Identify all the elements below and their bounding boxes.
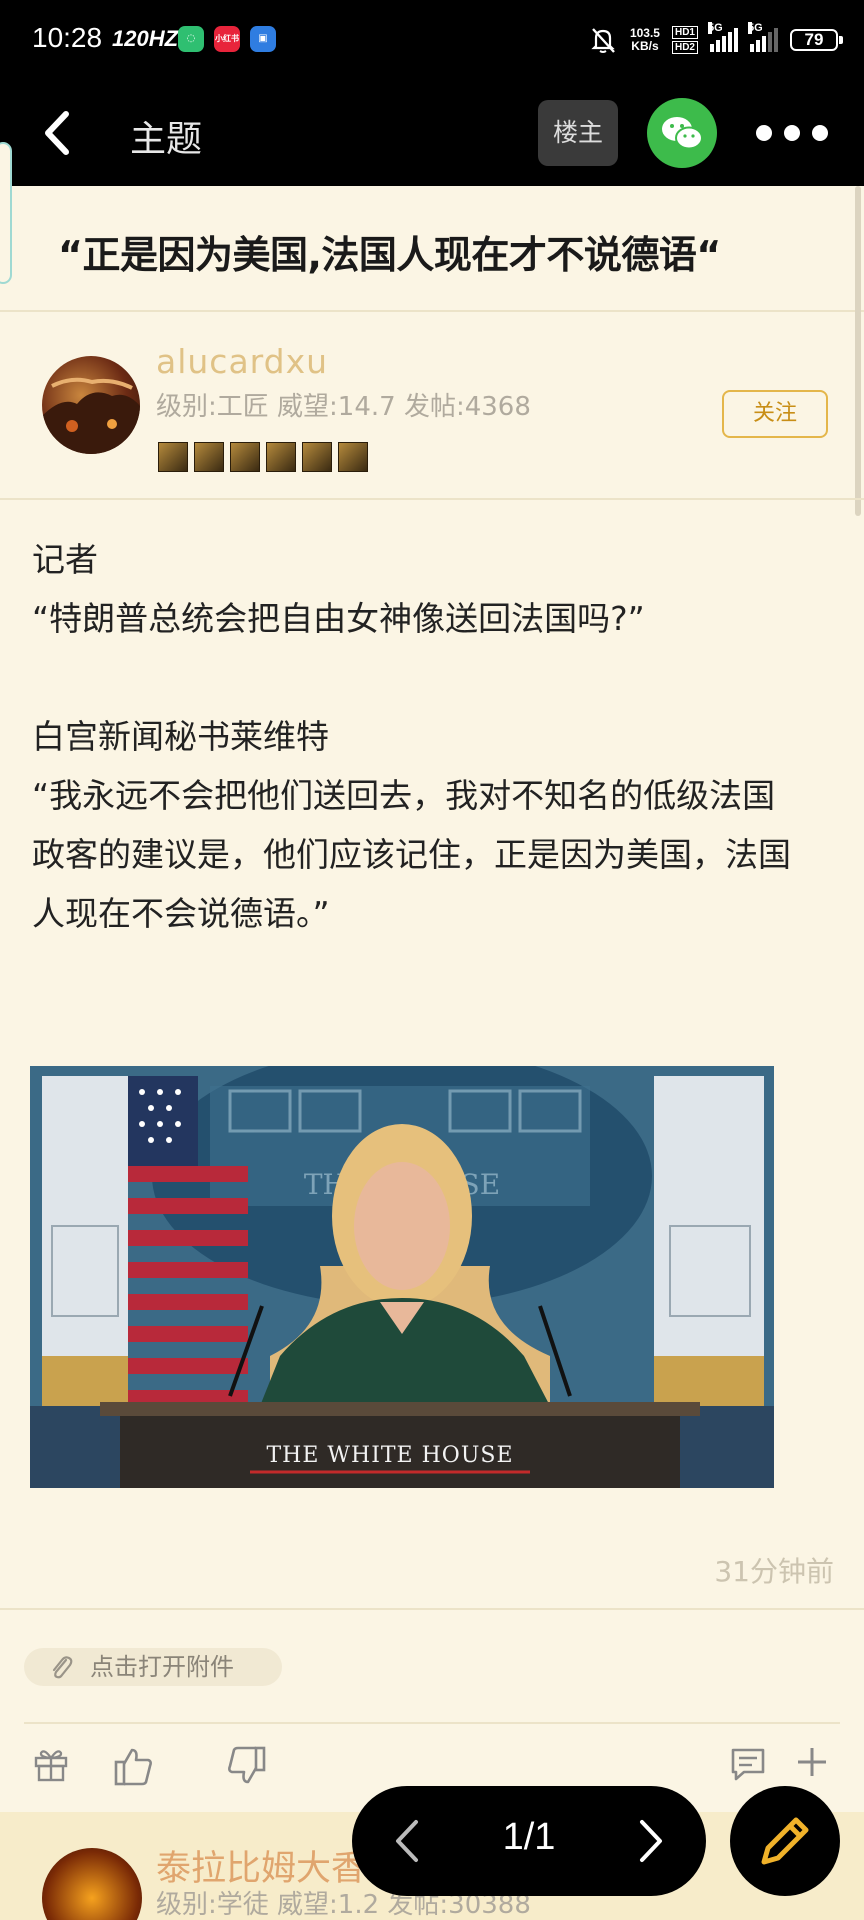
post-image[interactable]: THE W OUSE THE WHITE HOUSE (30, 1066, 774, 1488)
post-line: “特朗普总统会把自由女神像送回法国吗?” (32, 599, 645, 638)
post-line: 白宫新闻秘书莱维特 (32, 717, 329, 756)
author-stats: 级别:工匠 威望:14.7 发帖:4368 (156, 392, 531, 422)
author-block: alucardxu 级别:工匠 威望:14.7 发帖:4368 关注 (0, 312, 864, 500)
author-badges (158, 442, 368, 472)
divider (0, 1608, 864, 1610)
post-line: “我永远不会把他们送回去，我对不知名的低级法国 (32, 776, 776, 815)
reply-edit-button[interactable] (730, 1786, 840, 1896)
side-drawer-handle[interactable] (0, 142, 12, 284)
xiaohongshu-icon: 小红书 (214, 26, 240, 52)
follow-button[interactable]: 关注 (722, 390, 828, 438)
svg-text:THE WHITE HOUSE: THE WHITE HOUSE (266, 1443, 513, 1468)
network-speed: 103.5 KB/s (629, 26, 660, 53)
wechat-share-button[interactable] (647, 98, 717, 168)
comment-icon[interactable] (728, 1744, 768, 1784)
chevron-right-icon[interactable] (636, 1816, 666, 1866)
hd-indicator: HD1 HD2 (671, 26, 698, 54)
badge-icon (158, 442, 188, 472)
status-bar: 10:28 120HZ ◌ 小红书 ▣ 103.5 KB/s HD1 HD2 5… (0, 0, 864, 80)
page-navigator: 1/1 (352, 1786, 706, 1896)
top-nav-bar: 主题 楼主 (0, 80, 864, 186)
gift-icon[interactable] (32, 1744, 70, 1784)
chat-app-icon: ◌ (178, 26, 204, 52)
post-line (32, 648, 842, 707)
battery-icon: 79 (790, 29, 843, 51)
more-icon[interactable] (756, 120, 828, 146)
app-icon: ▣ (250, 26, 276, 52)
paperclip-icon (52, 1656, 73, 1679)
thumbs-up-icon[interactable] (112, 1744, 156, 1788)
post-line: 人现在不会说德语。” (32, 894, 330, 933)
badge-icon (302, 442, 332, 472)
reply-avatar[interactable] (42, 1848, 142, 1920)
author-username[interactable]: alucardxu (156, 342, 328, 381)
avatar-art (42, 377, 140, 454)
thumbs-down-icon[interactable] (224, 1744, 268, 1788)
post-line: 记者 (32, 540, 98, 579)
divider (24, 1722, 840, 1724)
mute-bell-icon (591, 28, 615, 53)
refresh-rate: 120HZ (112, 26, 179, 51)
pencil-icon (761, 1817, 809, 1865)
press-briefing-photo: THE W OUSE THE WHITE HOUSE (30, 1066, 774, 1488)
wechat-icon (662, 117, 703, 150)
post-body: 记者 “特朗普总统会把自由女神像送回法国吗?” 白宫新闻秘书莱维特 “我永远不会… (32, 530, 842, 943)
attachment-label: 点击打开附件 (90, 1653, 234, 1681)
thread-title: “正是因为美国,法国人现在才不说德语“ (58, 233, 721, 277)
page-title: 主题 (130, 119, 203, 160)
signal-icon-1: 5G (708, 22, 738, 52)
signal-icon-2: 5G (748, 22, 778, 52)
attachment-link[interactable]: 点击打开附件 (24, 1648, 282, 1686)
plus-icon[interactable] (794, 1744, 830, 1780)
post-timestamp: 31分钟前 (714, 1555, 834, 1588)
avatar[interactable] (42, 356, 140, 454)
back-arrow-icon[interactable] (36, 108, 80, 158)
badge-icon (266, 442, 296, 472)
thread-title-bar: “正是因为美国,法国人现在才不说德语“ (0, 186, 864, 312)
owner-only-button[interactable]: 楼主 (538, 100, 618, 166)
badge-icon (194, 442, 224, 472)
badge-icon (230, 442, 260, 472)
badge-icon (338, 442, 368, 472)
status-time: 10:28 (32, 22, 103, 53)
post-line: 政客的建议是，他们应该记住，正是因为美国，法国 (32, 835, 791, 874)
